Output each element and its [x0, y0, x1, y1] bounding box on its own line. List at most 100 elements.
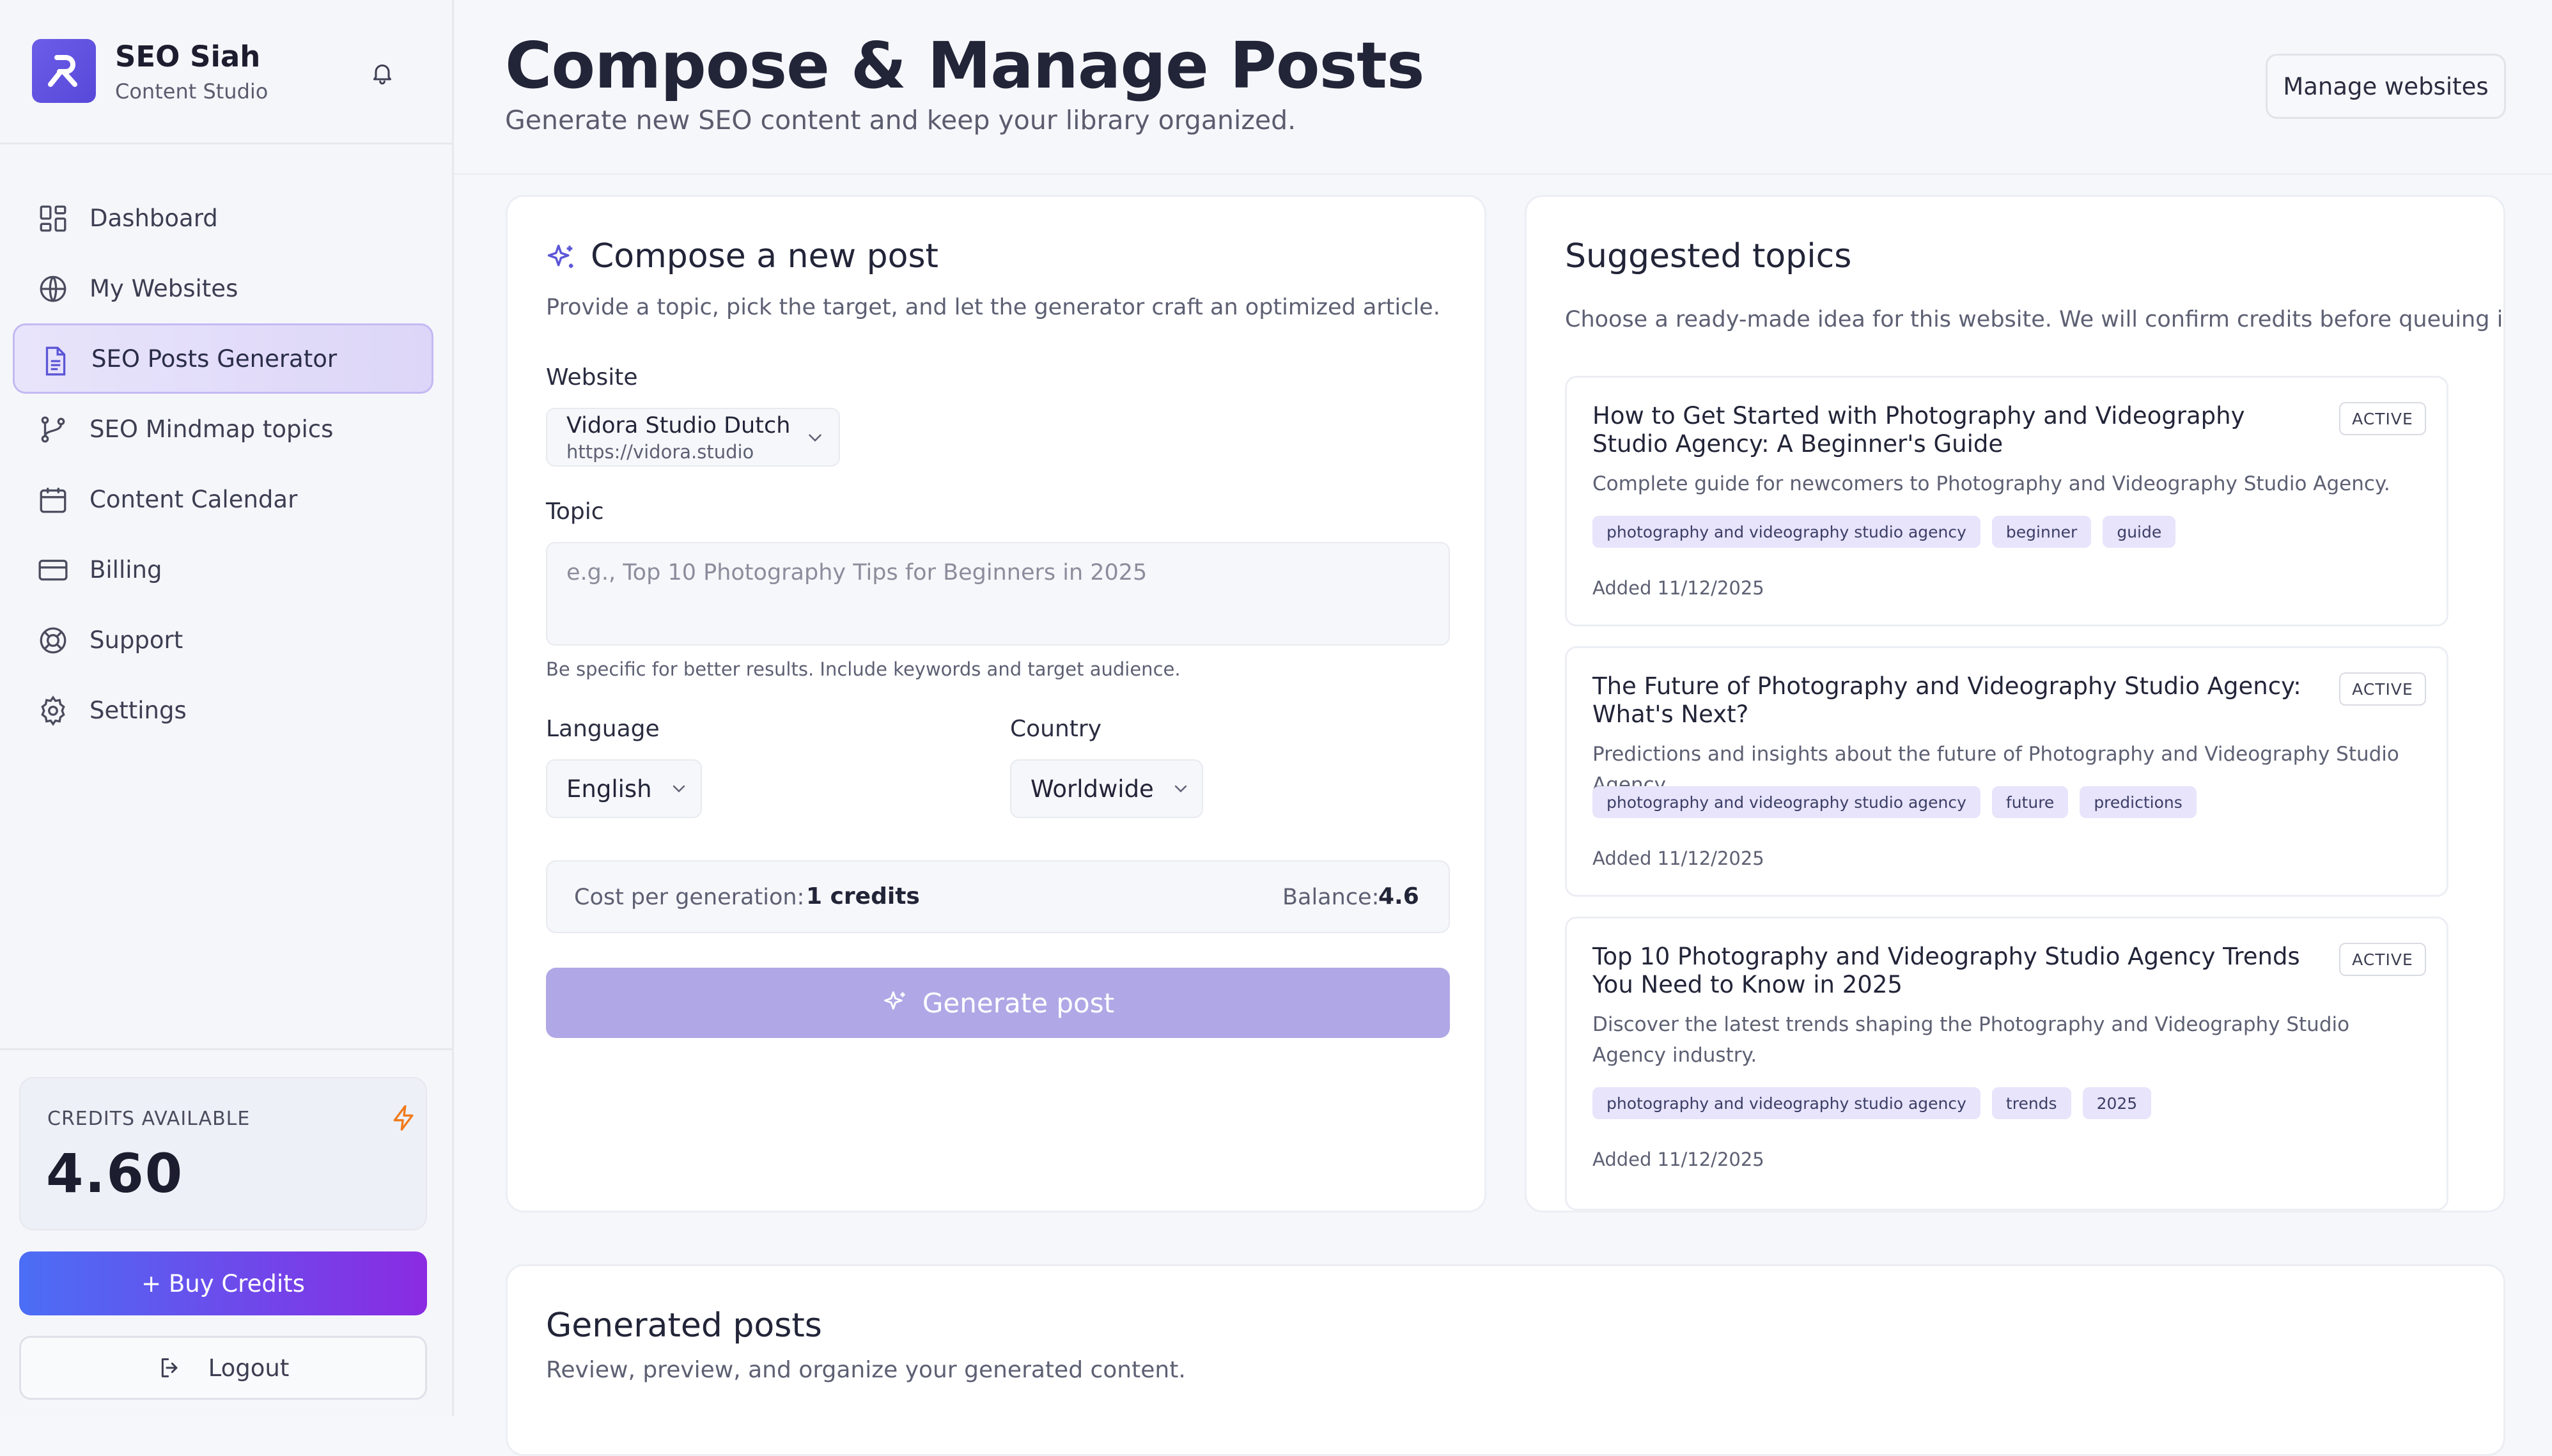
topic-tags: photography and videography studio agenc… — [1592, 1087, 2152, 1119]
sidebar-item-seo-posts-generator[interactable]: SEO Posts Generator — [13, 323, 433, 394]
topic-tag: 2025 — [2082, 1087, 2152, 1119]
chevron-down-icon — [804, 427, 826, 449]
topic-added-date: Added 11/12/2025 — [1592, 577, 1764, 599]
sidebar-item-content-calendar[interactable]: Content Calendar — [13, 464, 433, 534]
topic-hint: Be specific for better results. Include … — [546, 658, 1181, 680]
globe-icon — [37, 273, 69, 305]
topic-tag: beginner — [1991, 516, 2092, 548]
topic-card[interactable]: Top 10 Photography and Videography Studi… — [1565, 917, 2448, 1211]
topic-description: Discover the latest trends shaping the P… — [1592, 1013, 2350, 1067]
cost-summary: Cost per generation: 1 credits Balance: … — [546, 860, 1450, 933]
topic-title: How to Get Started with Photography and … — [1592, 402, 2245, 458]
country-label: Country — [1010, 716, 1102, 742]
generate-post-label: Generate post — [922, 987, 1115, 1019]
topic-tag: photography and videography studio agenc… — [1592, 786, 1980, 818]
status-badge: ACTIVE — [2339, 672, 2426, 706]
topic-description: Complete guide for newcomers to Photogra… — [1592, 472, 2390, 495]
sidebar-item-support[interactable]: Support — [13, 605, 433, 675]
logout-button[interactable]: Logout — [19, 1336, 427, 1400]
page-header: Compose & Manage Posts Generate new SEO … — [454, 0, 2552, 175]
sidebar-footer: CREDITS AVAILABLE 4.60 + Buy Credits Log… — [0, 1048, 452, 1416]
page-title: Compose & Manage Posts — [505, 28, 1424, 103]
topic-card[interactable]: How to Get Started with Photography and … — [1565, 376, 2448, 626]
status-badge: ACTIVE — [2339, 943, 2426, 976]
sidebar-item-label: SEO Posts Generator — [91, 345, 338, 373]
topic-card[interactable]: The Future of Photography and Videograph… — [1565, 646, 2448, 897]
website-label: Website — [546, 364, 638, 391]
topic-title: The Future of Photography and Videograph… — [1592, 672, 2301, 728]
brand-header: SEO Siah Content Studio — [0, 0, 452, 144]
generated-posts-card: Generated posts Review, preview, and org… — [506, 1264, 2505, 1456]
notifications-bell-icon[interactable] — [366, 56, 399, 89]
compose-title: Compose a new post — [591, 237, 938, 275]
country-value: Worldwide — [1031, 775, 1154, 803]
website-url: https://vidora.studio — [566, 441, 754, 463]
lightning-icon — [390, 1104, 418, 1132]
topic-tags: photography and videography studio agenc… — [1592, 786, 2197, 818]
topic-label: Topic — [546, 499, 604, 525]
cost-label: Cost per generation: — [574, 885, 805, 910]
sidebar-item-label: Settings — [89, 696, 187, 724]
language-select[interactable]: English — [546, 759, 702, 818]
dashboard-icon — [37, 203, 69, 235]
logout-label: Logout — [208, 1354, 290, 1382]
topic-added-date: Added 11/12/2025 — [1592, 848, 1764, 869]
sidebar-item-label: SEO Mindmap topics — [89, 415, 334, 443]
chevron-down-icon — [1174, 785, 1187, 793]
website-name: Vidora Studio Dutch — [566, 413, 791, 438]
status-badge: ACTIVE — [2339, 402, 2426, 435]
topic-added-date: Added 11/12/2025 — [1592, 1149, 1764, 1170]
balance-value: 4.6 — [1378, 883, 1419, 910]
sidebar-item-label: My Websites — [89, 274, 238, 302]
topic-tag: predictions — [2080, 786, 2197, 818]
document-icon — [39, 345, 71, 377]
sidebar-item-settings[interactable]: Settings — [13, 675, 433, 745]
topic-tag: photography and videography studio agenc… — [1592, 1087, 1980, 1119]
app-logo[interactable] — [32, 39, 96, 103]
credits-value: 4.60 — [46, 1142, 184, 1205]
credits-card: CREDITS AVAILABLE 4.60 — [19, 1077, 427, 1230]
sparkle-icon — [883, 991, 905, 1010]
sidebar-item-label: Billing — [89, 555, 162, 584]
language-value: English — [566, 775, 652, 803]
country-select[interactable]: Worldwide — [1010, 759, 1203, 818]
topic-tag: guide — [2103, 516, 2176, 548]
generate-post-button[interactable]: Generate post — [546, 968, 1450, 1038]
credit-card-icon — [37, 554, 69, 586]
website-select[interactable]: Vidora Studio Dutch https://vidora.studi… — [546, 408, 840, 467]
sidebar-item-my-websites[interactable]: My Websites — [13, 253, 433, 323]
logout-icon — [161, 1358, 178, 1377]
topic-input[interactable] — [546, 542, 1450, 646]
buy-credits-button[interactable]: + Buy Credits — [19, 1251, 427, 1315]
sidebar-item-seo-mindmap-topics[interactable]: SEO Mindmap topics — [13, 394, 433, 464]
balance-label: Balance: — [1282, 885, 1380, 910]
sidebar-item-label: Content Calendar — [89, 485, 298, 513]
page-subtitle: Generate new SEO content and keep your l… — [505, 105, 1296, 136]
generated-posts-description: Review, preview, and organize your gener… — [546, 1357, 1186, 1383]
brand-subtitle: Content Studio — [115, 79, 268, 104]
brand-name: SEO Siah — [115, 40, 261, 74]
calendar-icon — [37, 484, 69, 516]
topic-tag: trends — [1991, 1087, 2071, 1119]
topic-tags: photography and videography studio agenc… — [1592, 516, 2176, 548]
topics-description: Choose a ready-made idea for this websit… — [1565, 307, 2505, 332]
sidebar-nav: Dashboard My Websites SEO Posts Generato… — [13, 183, 433, 745]
topic-tag: future — [1991, 786, 2069, 818]
sidebar-item-billing[interactable]: Billing — [13, 534, 433, 605]
lifebuoy-icon — [37, 624, 69, 656]
compose-description: Provide a topic, pick the target, and le… — [546, 295, 1440, 320]
chevron-down-icon — [673, 785, 685, 793]
compose-card: Compose a new post Provide a topic, pick… — [506, 195, 1486, 1212]
manage-websites-button[interactable]: Manage websites — [2266, 54, 2506, 119]
language-label: Language — [546, 716, 660, 742]
topic-title: Top 10 Photography and Videography Studi… — [1592, 943, 2300, 998]
branch-icon — [37, 414, 69, 445]
gear-icon — [37, 695, 69, 727]
sidebar-item-dashboard[interactable]: Dashboard — [13, 183, 433, 253]
sparkle-icon — [545, 242, 578, 275]
sidebar: SEO Siah Content Studio Dashboard My Web… — [0, 0, 454, 1416]
cost-value: 1 credits — [806, 883, 920, 910]
suggested-topics-card: Suggested topics Choose a ready-made ide… — [1525, 195, 2505, 1212]
topics-title: Suggested topics — [1565, 237, 1852, 275]
credits-label: CREDITS AVAILABLE — [47, 1108, 251, 1130]
